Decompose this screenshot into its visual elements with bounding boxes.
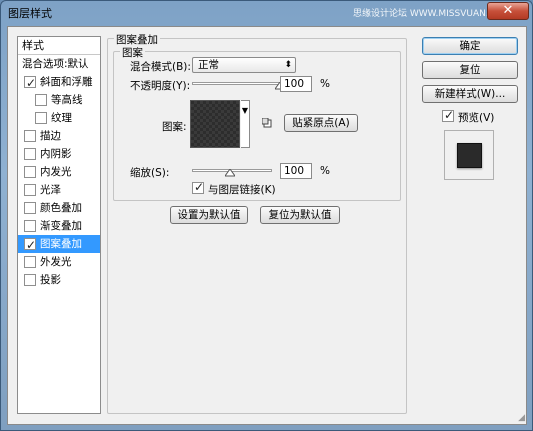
style-item-checkbox[interactable] [24,130,36,142]
style-item[interactable]: 内发光 [18,163,100,181]
preview-label: 预览(V) [458,112,495,124]
style-item-label: 等高线 [51,94,83,106]
style-item-label: 外发光 [40,256,72,268]
pattern-label: 图案: [162,121,187,133]
window-title: 图层样式 [8,7,52,20]
make-default-button[interactable]: 设置为默认值 [170,206,248,224]
layer-style-dialog: 图层样式 思缘设计论坛 WWW.MISSVUAN.COM ✕ 样式 混合选项:默… [0,0,533,431]
new-style-button[interactable]: 新建样式(W)... [422,85,518,103]
link-with-layer-box[interactable]: ✓ [192,180,205,194]
dialog-body: 样式 混合选项:默认 ✓ 斜面和浮雕 等高线 纹理 描边 内阴影 内发光 光泽 颜色叠加 渐变叠加 ✓… [7,26,527,425]
checkmark-icon: ✓ [194,180,205,194]
blend-mode-label: 混合模式(B): [130,61,191,73]
preview-box-check[interactable]: ✓ [442,108,455,122]
style-item-label: 纹理 [51,112,72,124]
style-item[interactable]: 纹理 [18,109,100,127]
style-item-checkbox[interactable] [24,220,36,232]
reset-default-button[interactable]: 复位为默认值 [260,206,340,224]
style-item[interactable]: ✓ 斜面和浮雕 [18,73,100,91]
style-item[interactable]: 混合选项:默认 [18,55,100,73]
style-item[interactable]: 投影 [18,271,100,289]
style-preview [444,130,494,180]
style-item-label: 斜面和浮雕 [40,76,93,88]
pattern-group-title: 图案 [120,45,145,60]
style-item-label: 描边 [40,130,61,142]
style-item-label: 颜色叠加 [40,202,82,214]
snap-origin-button[interactable]: 贴紧原点(A) [284,114,358,132]
style-item-checkbox[interactable] [24,256,36,268]
style-item-checkbox[interactable] [24,202,36,214]
style-item-checkbox[interactable] [24,274,36,286]
style-item[interactable]: 渐变叠加 [18,217,100,235]
new-preset-icon[interactable] [262,118,272,128]
blend-mode-value: 正常 [198,59,219,71]
title-bar[interactable]: 图层样式 思缘设计论坛 WWW.MISSVUAN.COM ✕ [1,1,532,23]
resize-grip-icon[interactable]: ◢ [518,413,525,423]
preview-thumbnail [457,143,482,168]
style-item-label: 内发光 [40,166,72,178]
checkmark-icon: ✓ [26,238,37,252]
style-item[interactable]: 等高线 [18,91,100,109]
style-item[interactable]: 内阴影 [18,145,100,163]
style-item-label: 渐变叠加 [40,220,82,232]
style-item-label: 光泽 [40,184,61,196]
style-item-checkbox[interactable] [24,148,36,160]
pattern-overlay-group: 图案叠加 图案 混合模式(B): 正常 ⬍ 不透明度(Y): 100 % 图案:… [107,32,407,414]
blend-mode-select[interactable]: 正常 ⬍ [192,57,296,73]
scale-label: 缩放(S): [130,167,170,179]
style-item[interactable]: ✓ 图案叠加 [18,235,100,253]
dropdown-arrow-icon: ▼ [241,106,249,115]
styles-header[interactable]: 样式 [18,37,100,55]
styles-list: 样式 混合选项:默认 ✓ 斜面和浮雕 等高线 纹理 描边 内阴影 内发光 光泽 颜色叠加 渐变叠加 ✓… [17,36,101,414]
style-item-label: 混合选项:默认 [22,58,89,70]
pattern-picker-arrow[interactable]: ▼ [241,100,250,148]
style-item-checkbox[interactable]: ✓ [24,238,37,252]
style-item[interactable]: 描边 [18,127,100,145]
style-item-label: 内阴影 [40,148,72,160]
style-item[interactable]: 光泽 [18,181,100,199]
scale-input[interactable]: 100 [280,163,312,179]
style-items: 混合选项:默认 ✓ 斜面和浮雕 等高线 纹理 描边 内阴影 内发光 光泽 颜色叠加 渐变叠加 ✓ 图案叠… [18,55,100,289]
opacity-input[interactable]: 100 [280,76,312,92]
style-item-checkbox[interactable]: ✓ [24,76,37,90]
ok-button[interactable]: 确定 [422,37,518,55]
style-item[interactable]: 颜色叠加 [18,199,100,217]
style-item[interactable]: 外发光 [18,253,100,271]
pattern-swatch[interactable] [190,100,240,148]
style-item-checkbox[interactable] [24,166,36,178]
reset-button[interactable]: 复位 [422,61,518,79]
opacity-slider[interactable] [192,82,280,85]
close-icon: ✕ [502,3,514,18]
checkmark-icon: ✓ [444,108,455,122]
style-item-checkbox[interactable] [24,184,36,196]
style-item-checkbox[interactable] [35,112,47,124]
checkmark-icon: ✓ [26,76,37,90]
link-with-layer-label: 与图层链接(K) [208,184,276,196]
style-item-checkbox[interactable] [35,94,47,106]
opacity-label: 不透明度(Y): [130,80,191,92]
scale-unit: % [320,165,330,177]
style-item-label: 图案叠加 [40,238,82,250]
spinner-arrows-icon: ⬍ [284,60,292,70]
pattern-group: 图案 混合模式(B): 正常 ⬍ 不透明度(Y): 100 % 图案: ▼ 贴紧… [113,45,401,201]
opacity-unit: % [320,78,330,90]
close-button[interactable]: ✕ [487,2,529,20]
style-item-label: 投影 [40,274,61,286]
